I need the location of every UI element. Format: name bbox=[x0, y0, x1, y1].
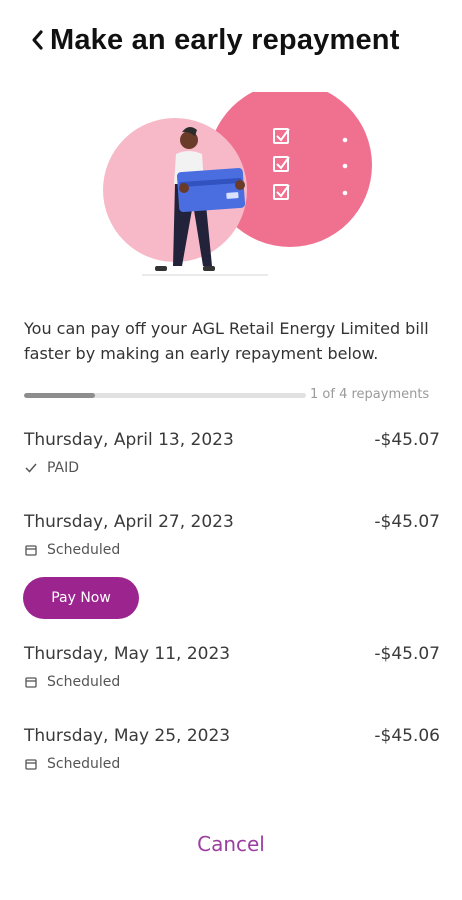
description-text: You can pay off your AGL Retail Energy L… bbox=[24, 319, 429, 363]
repayment-amount: -$45.07 bbox=[374, 512, 440, 532]
status-label: Scheduled bbox=[47, 674, 121, 690]
progress-bar-fill bbox=[24, 393, 95, 398]
pay-now-button[interactable]: Pay Now bbox=[23, 577, 139, 619]
chevron-left-icon bbox=[32, 30, 43, 50]
page-title: Make an early repayment bbox=[50, 23, 400, 56]
repayment-status: Scheduled bbox=[24, 542, 440, 558]
repayment-row: Thursday, May 25, 2023 -$45.06 Scheduled bbox=[24, 726, 440, 772]
cancel-button[interactable]: Cancel bbox=[0, 832, 462, 856]
status-label: Scheduled bbox=[47, 756, 121, 772]
repayment-status: Scheduled bbox=[24, 756, 440, 772]
status-label: PAID bbox=[47, 460, 80, 476]
repayment-row: Thursday, April 27, 2023 -$45.07 Schedul… bbox=[24, 512, 440, 558]
repayment-progress: 1 of 4 repayments bbox=[24, 386, 444, 406]
progress-bar bbox=[24, 393, 306, 398]
repayment-illustration bbox=[100, 83, 380, 282]
repayment-row: Thursday, April 13, 2023 -$45.07 PAID bbox=[24, 430, 440, 476]
repayment-row: Thursday, May 11, 2023 -$45.07 Scheduled bbox=[24, 644, 440, 690]
check-icon bbox=[24, 461, 38, 475]
back-button[interactable] bbox=[30, 26, 48, 54]
repayment-status: PAID bbox=[24, 460, 440, 476]
repayment-date: Thursday, April 13, 2023 bbox=[24, 430, 234, 450]
repayment-date: Thursday, April 27, 2023 bbox=[24, 512, 234, 532]
repayment-date: Thursday, May 25, 2023 bbox=[24, 726, 231, 746]
progress-label: 1 of 4 repayments bbox=[310, 387, 430, 402]
calendar-icon bbox=[24, 543, 38, 557]
repayment-date: Thursday, May 11, 2023 bbox=[24, 644, 231, 664]
status-label: Scheduled bbox=[47, 542, 121, 558]
calendar-icon bbox=[24, 675, 38, 689]
repayment-amount: -$45.07 bbox=[374, 430, 440, 450]
repayment-amount: -$45.06 bbox=[374, 726, 440, 746]
header: Make an early repayment bbox=[30, 18, 400, 62]
repayment-amount: -$45.07 bbox=[374, 644, 440, 664]
calendar-icon bbox=[24, 757, 38, 771]
repayment-status: Scheduled bbox=[24, 674, 440, 690]
